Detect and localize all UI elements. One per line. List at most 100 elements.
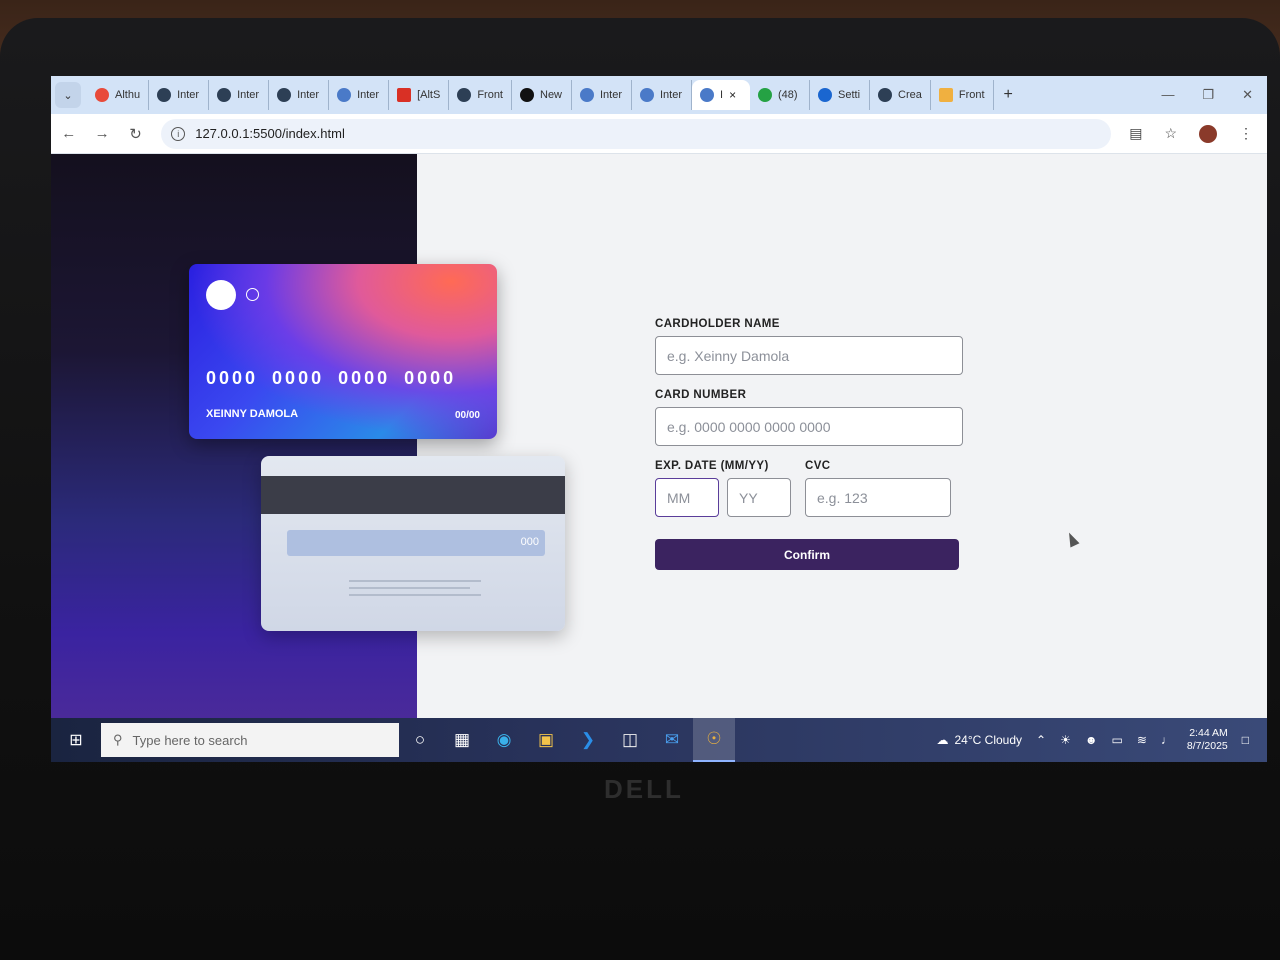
- tab-label: Front: [958, 89, 985, 101]
- card-number-display: 0000 0000 0000 0000: [206, 368, 457, 388]
- tab-10[interactable]: Inter: [632, 80, 692, 110]
- address-bar[interactable]: i 127.0.0.1:5500/index.html: [161, 118, 1112, 149]
- globe-icon: [640, 88, 654, 102]
- tab-7[interactable]: Front: [449, 80, 512, 110]
- system-tray: ☁ 24°C Cloudy ⌃ ☀ ☻ ▭ ≋ ♩ 2:44 AM 8/7/20…: [937, 727, 1268, 753]
- site-info-icon[interactable]: i: [171, 126, 186, 141]
- windows-start-icon[interactable]: ⊞: [51, 718, 101, 762]
- tab-label: [AltS: [417, 89, 441, 101]
- tab-label: Inter: [660, 89, 683, 101]
- weather-text: 24°C Cloudy: [954, 733, 1023, 747]
- volume-icon[interactable]: ♩: [1161, 733, 1173, 747]
- clock-time: 2:44 AM: [1189, 727, 1228, 739]
- whatsapp-icon: [758, 88, 772, 102]
- figma-icon: [95, 88, 109, 102]
- onedrive-icon[interactable]: ☀: [1060, 733, 1071, 747]
- github-icon: [520, 88, 534, 102]
- clock[interactable]: 2:44 AM 8/7/2025: [1187, 727, 1228, 753]
- mail-icon[interactable]: ✉: [651, 718, 693, 762]
- tab-1[interactable]: Althu: [87, 80, 150, 110]
- tab-12[interactable]: Setti: [810, 80, 870, 110]
- globe-icon: [337, 88, 352, 102]
- chevron-up-icon[interactable]: ⌃: [1036, 733, 1046, 747]
- tab-6[interactable]: [AltS: [389, 80, 450, 110]
- tab-8[interactable]: New: [512, 80, 572, 110]
- store-icon[interactable]: ◫: [609, 718, 651, 762]
- back-icon[interactable]: ←: [61, 125, 76, 142]
- file-explorer-icon[interactable]: ▣: [525, 718, 567, 762]
- tab-2[interactable]: Inter: [149, 80, 210, 110]
- new-tab-button[interactable]: +: [994, 86, 1023, 104]
- tab-9[interactable]: Inter: [572, 80, 632, 110]
- tab-label: (48): [778, 89, 798, 101]
- taskbar-search-placeholder: Type here to search: [132, 732, 248, 748]
- tab-4[interactable]: Inter: [269, 80, 330, 110]
- people-icon[interactable]: ☻: [1085, 733, 1098, 747]
- weather-widget[interactable]: ☁ 24°C Cloudy: [937, 733, 1023, 747]
- exp-year-input[interactable]: [727, 478, 791, 517]
- tab-14[interactable]: Front: [931, 80, 994, 110]
- minimize-icon[interactable]: —: [1161, 87, 1174, 103]
- taskbar: ⊞ ⚲ Type here to search ○ ▦ ◉ ▣ ❯ ◫ ✉ ☉ …: [51, 718, 1267, 762]
- card-logo-circle-icon: [206, 280, 236, 310]
- vscode-icon[interactable]: ❯: [567, 718, 609, 762]
- page-content: 0000 0000 0000 0000 XEINNY DAMOLA 00/00 …: [51, 154, 1267, 718]
- tab-13[interactable]: Crea: [870, 80, 931, 110]
- notifications-icon[interactable]: □: [1242, 733, 1249, 747]
- card-expiry-display: 00/00: [454, 410, 480, 421]
- exp-month-input[interactable]: [655, 478, 719, 517]
- wifi-icon[interactable]: ≋: [1137, 733, 1147, 747]
- tab-5[interactable]: Inter: [329, 80, 390, 110]
- clock-date: 8/7/2025: [1186, 740, 1228, 752]
- dell-logo: DELL: [604, 774, 684, 804]
- restore-icon[interactable]: ❐: [1202, 87, 1214, 103]
- confirm-button[interactable]: Confirm: [655, 539, 959, 570]
- bookmark-star-icon[interactable]: ☆: [1164, 125, 1177, 142]
- globe-icon: [457, 88, 472, 102]
- task-view-icon[interactable]: ▦: [441, 718, 483, 762]
- browser-toolbar: ← → ↻ i 127.0.0.1:5500/index.html ▤ ☆ ⋮: [51, 114, 1267, 154]
- cardholder-name-input[interactable]: [655, 336, 963, 375]
- tab-search-icon[interactable]: ▤: [1129, 125, 1142, 142]
- tab-label: Setti: [838, 89, 861, 101]
- card-back-lines: [349, 580, 481, 601]
- edge-icon[interactable]: ◉: [483, 718, 525, 762]
- tab-label: Inter: [357, 89, 380, 101]
- reload-icon[interactable]: ↻: [128, 125, 143, 143]
- tab-3[interactable]: Inter: [209, 80, 270, 110]
- tab-11[interactable]: (48): [750, 80, 810, 110]
- close-tab-icon[interactable]: ×: [729, 88, 736, 102]
- forward-icon[interactable]: →: [94, 125, 110, 142]
- card-front: 0000 0000 0000 0000 XEINNY DAMOLA 00/00: [189, 264, 497, 439]
- card-logo-ring-icon: [246, 288, 259, 301]
- search-icon: ⚲: [113, 732, 123, 747]
- gmail-icon: [397, 88, 412, 102]
- globe-icon: [938, 88, 953, 102]
- gear-icon: [818, 88, 832, 102]
- tab-label: Inter: [600, 89, 623, 101]
- taskbar-search[interactable]: ⚲ Type here to search: [101, 723, 399, 757]
- chrome-icon[interactable]: ☉: [693, 718, 735, 762]
- card-back: 000: [261, 456, 565, 631]
- cortana-icon[interactable]: ○: [399, 718, 441, 762]
- globe-icon: [878, 88, 892, 102]
- close-window-icon[interactable]: ✕: [1242, 87, 1253, 103]
- cloud-icon: ☁: [936, 733, 949, 747]
- card-number-label: CARD NUMBER: [655, 389, 747, 401]
- kebab-menu-icon[interactable]: ⋮: [1239, 125, 1253, 142]
- globe-icon: [580, 88, 594, 102]
- tab-active[interactable]: I ×: [692, 80, 750, 110]
- battery-icon[interactable]: ▭: [1111, 733, 1122, 747]
- cvc-input[interactable]: [805, 478, 951, 517]
- tab-search-button[interactable]: ⌄: [55, 82, 81, 108]
- card-number-input[interactable]: [655, 407, 963, 446]
- profile-avatar[interactable]: [1199, 124, 1218, 143]
- tab-label: Front: [477, 89, 503, 101]
- magnetic-stripe: [261, 476, 565, 514]
- window-controls: — ❐ ✕: [1161, 87, 1267, 103]
- tab-label: Althu: [115, 89, 141, 101]
- cardholder-name-label: CARDHOLDER NAME: [655, 318, 780, 330]
- exp-cvc-row: EXP. DATE (MM/YY) CVC: [655, 460, 965, 531]
- cvc-label: CVC: [805, 460, 831, 472]
- toolbar-actions: ▤ ☆ ⋮: [1129, 124, 1257, 143]
